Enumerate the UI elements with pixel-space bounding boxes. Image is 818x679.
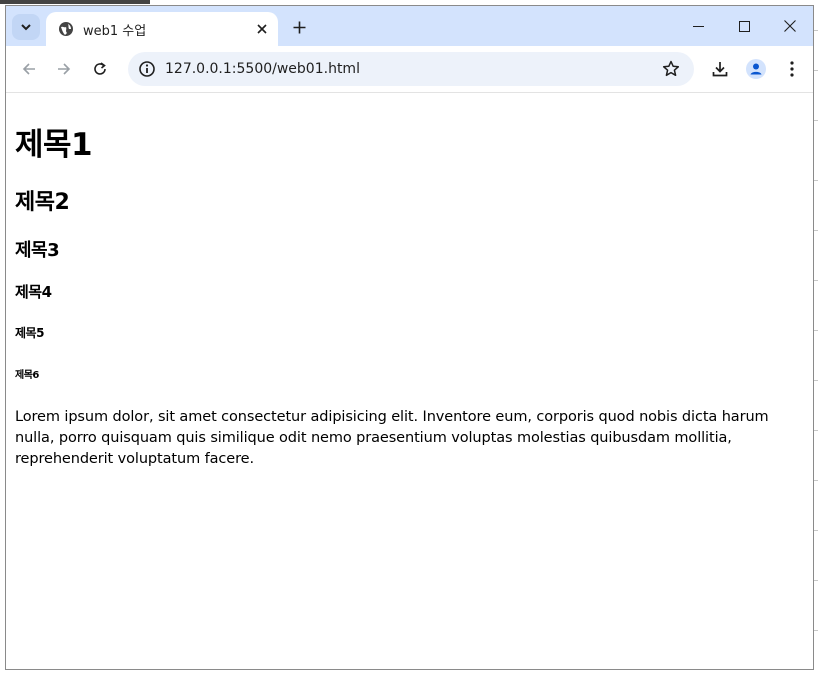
- tab-strip: web1 수업: [6, 6, 813, 46]
- globe-icon: [58, 21, 74, 37]
- heading-2: 제목2: [15, 190, 70, 215]
- background-window-edge: [0, 0, 150, 4]
- menu-icon: [790, 61, 794, 77]
- back-icon: [22, 63, 35, 75]
- active-tab[interactable]: web1 수업: [46, 12, 278, 46]
- menu-button[interactable]: [780, 57, 804, 81]
- forward-button[interactable]: [52, 57, 76, 81]
- back-button[interactable]: [17, 57, 41, 81]
- minimize-icon: [692, 25, 704, 27]
- download-icon: [712, 62, 728, 77]
- reload-button[interactable]: [88, 57, 112, 81]
- minimize-button[interactable]: [675, 6, 721, 46]
- window-close-button[interactable]: [767, 6, 813, 46]
- heading-3: 제목3: [15, 240, 60, 261]
- heading-4: 제목4: [15, 283, 52, 301]
- background-window-right-edge: [814, 30, 818, 670]
- reload-icon: [94, 62, 106, 75]
- site-info-icon[interactable]: [138, 60, 156, 78]
- tab-search-button[interactable]: [12, 14, 40, 40]
- plus-icon: [293, 21, 305, 33]
- browser-toolbar: 127.0.0.1:5500/web01.html: [6, 46, 813, 93]
- forward-icon: [58, 63, 71, 75]
- heading-1: 제목1: [15, 127, 93, 163]
- window-close-icon: [784, 20, 796, 32]
- browser-window: web1 수업 127.0.0.1:5500/web01.html 제목1 제목…: [5, 5, 814, 670]
- maximize-button[interactable]: [721, 6, 767, 46]
- maximize-icon: [738, 20, 750, 32]
- profile-button[interactable]: [744, 57, 768, 81]
- heading-6: 제목6: [15, 370, 39, 381]
- star-icon[interactable]: [662, 60, 680, 78]
- page-content: 제목1 제목2 제목3 제목4 제목5 제목6 Lorem ipsum dolo…: [6, 93, 813, 669]
- address-bar[interactable]: 127.0.0.1:5500/web01.html: [128, 52, 694, 86]
- url-text: 127.0.0.1:5500/web01.html: [165, 61, 360, 77]
- tab-search-icon: [21, 24, 31, 31]
- profile-icon: [746, 59, 766, 79]
- downloads-button[interactable]: [708, 57, 732, 81]
- heading-5: 제목5: [15, 326, 44, 340]
- tab-close-button[interactable]: [254, 21, 270, 37]
- body-paragraph: Lorem ipsum dolor, sit amet consectetur …: [15, 409, 769, 467]
- tab-title: web1 수업: [83, 23, 147, 39]
- new-tab-button[interactable]: [288, 16, 310, 38]
- close-icon: [257, 24, 267, 34]
